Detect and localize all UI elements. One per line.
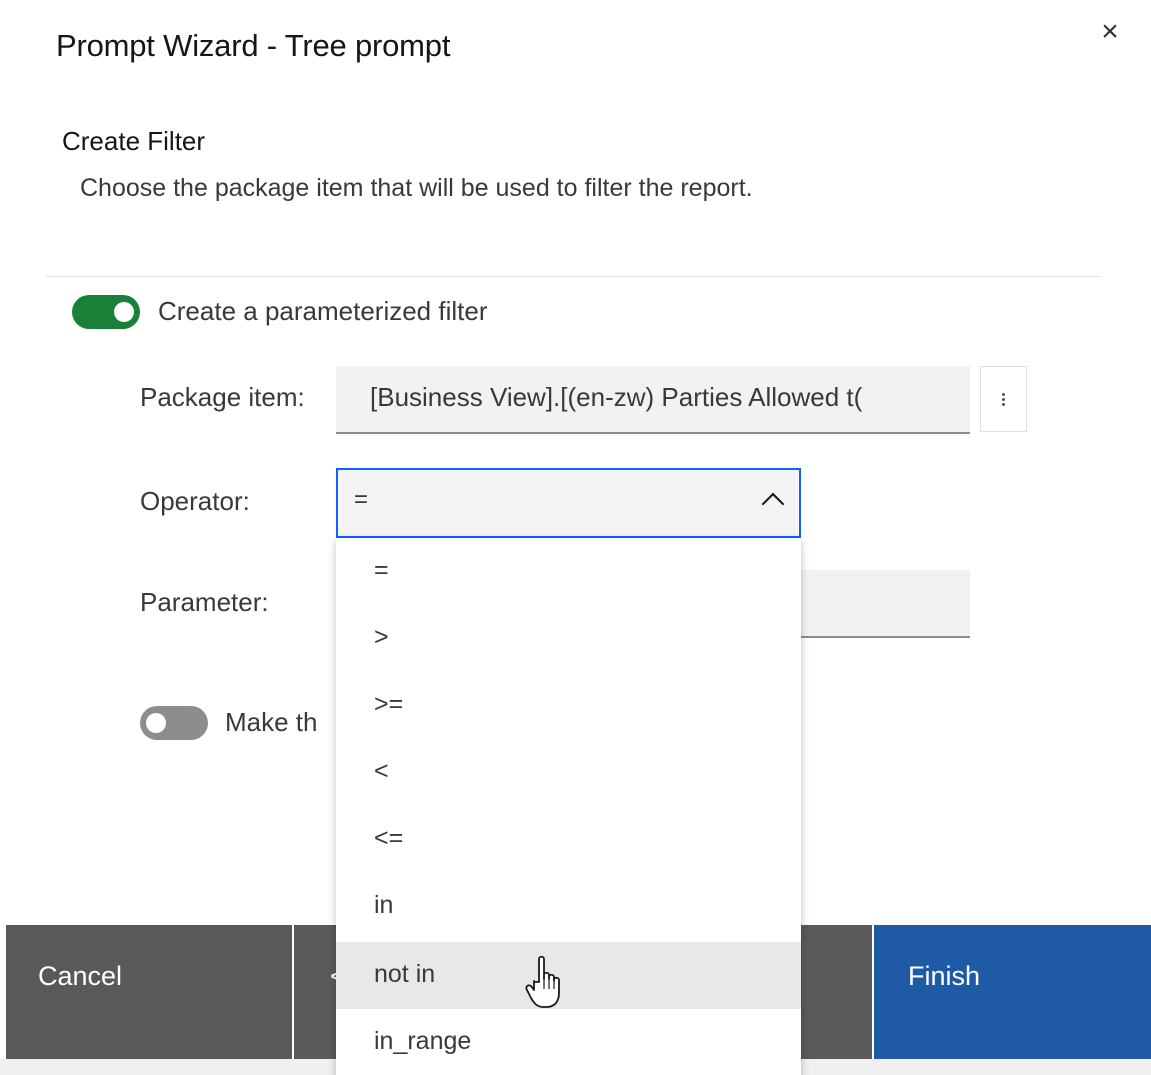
chevron-up-icon <box>761 492 785 516</box>
toggle-knob <box>114 302 134 322</box>
package-item-value: [Business View].[(en-zw) Parties Allowed… <box>370 382 863 412</box>
package-item-field[interactable]: [Business View].[(en-zw) Parties Allowed… <box>336 366 970 434</box>
operator-option[interactable]: > <box>336 605 801 672</box>
operator-selected-value: = <box>354 486 369 513</box>
section-description: Choose the package item that will be use… <box>80 174 753 202</box>
operator-select[interactable]: = <box>336 468 801 538</box>
operator-option-hovered[interactable]: not in <box>336 942 801 1009</box>
finish-button[interactable]: Finish <box>874 925 1151 1059</box>
operator-label: Operator: <box>140 486 250 516</box>
optional-toggle-label: Make th <box>225 707 318 737</box>
divider <box>46 276 1100 277</box>
operator-option[interactable]: < <box>336 739 801 806</box>
package-item-label: Package item: <box>140 382 305 412</box>
section-title: Create Filter <box>62 126 206 156</box>
dialog-title: Prompt Wizard - Tree prompt <box>56 28 451 63</box>
cancel-button[interactable]: Cancel <box>6 925 292 1059</box>
toggle-knob <box>146 713 166 733</box>
optional-toggle[interactable] <box>140 706 208 740</box>
prompt-wizard-dialog: Prompt Wizard - Tree prompt × Create Fil… <box>0 0 1151 1075</box>
operator-dropdown-menu: = > >= < <= in not in in_range <box>336 538 801 1075</box>
parameterized-filter-label: Create a parameterized filter <box>158 296 488 326</box>
cancel-button-label: Cancel <box>38 961 123 991</box>
parameter-label: Parameter: <box>140 587 269 617</box>
operator-option[interactable]: >= <box>336 672 801 739</box>
operator-option[interactable]: = <box>336 538 801 605</box>
operator-option[interactable]: <= <box>336 806 801 873</box>
operator-option[interactable]: in_range <box>336 1009 801 1075</box>
parameterized-filter-toggle[interactable] <box>72 295 140 329</box>
close-icon: × <box>1101 15 1119 48</box>
operator-option[interactable]: in <box>336 873 801 940</box>
overflow-menu-icon <box>1002 392 1005 406</box>
package-item-options-button[interactable] <box>980 366 1027 432</box>
close-button[interactable]: × <box>1090 12 1130 52</box>
finish-button-label: Finish <box>908 961 981 991</box>
